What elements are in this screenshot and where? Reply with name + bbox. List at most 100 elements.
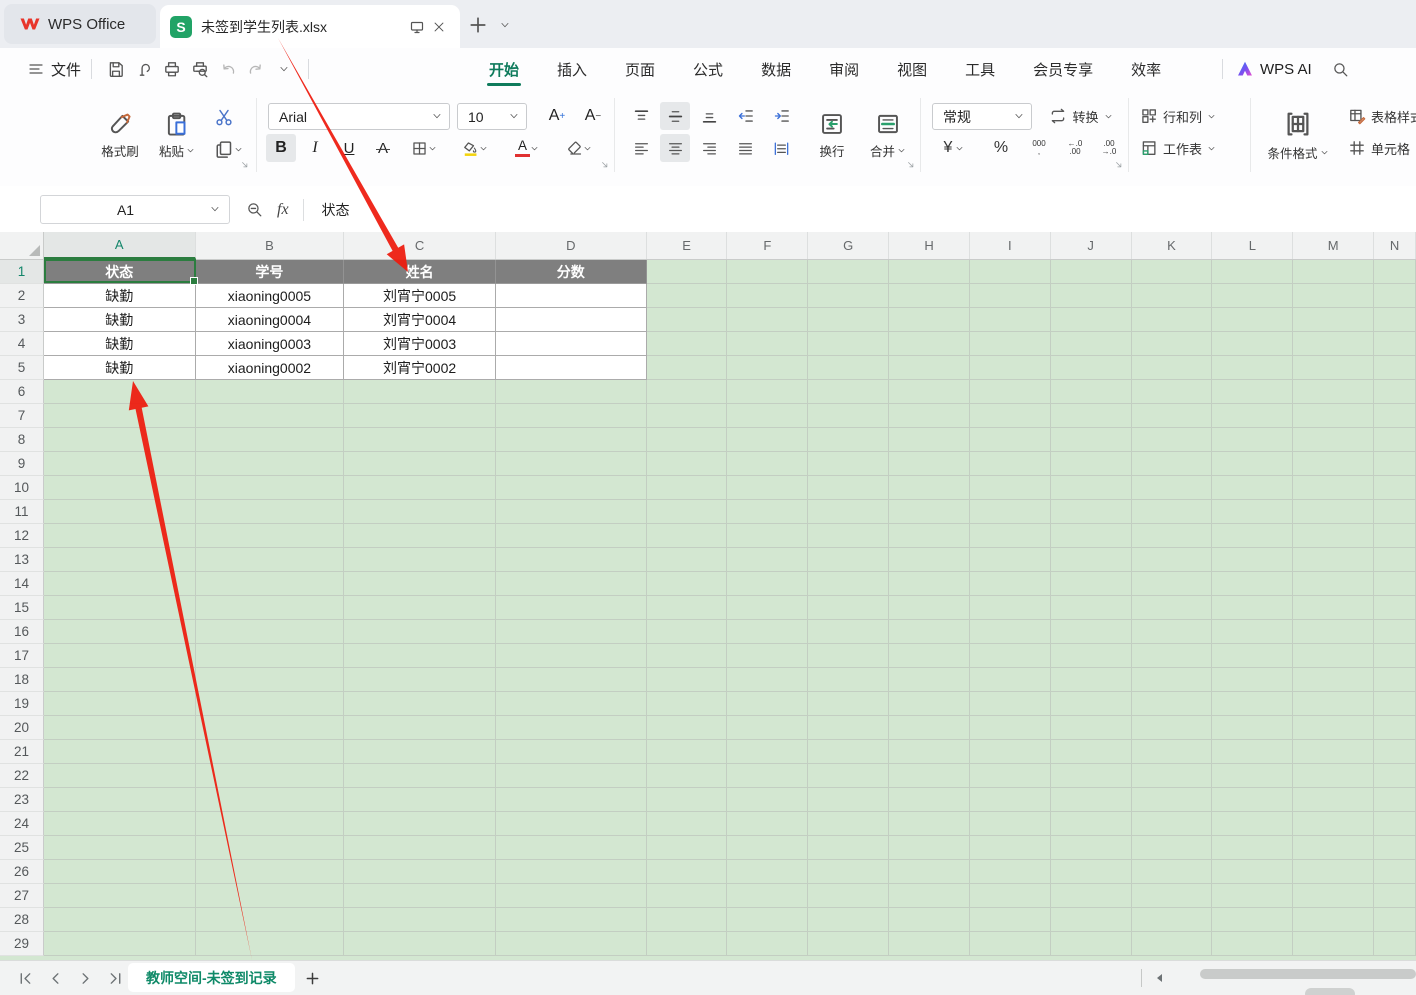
cell-E14[interactable] bbox=[647, 572, 728, 596]
cell-D24[interactable] bbox=[496, 812, 647, 836]
cell-A20[interactable] bbox=[44, 716, 196, 740]
number-group-expand-icon[interactable] bbox=[1114, 160, 1124, 170]
cell-G29[interactable] bbox=[808, 932, 889, 956]
worksheet-button[interactable]: 工作表 bbox=[1136, 134, 1248, 162]
cell-G7[interactable] bbox=[808, 404, 889, 428]
cell-E10[interactable] bbox=[647, 476, 728, 500]
cell-L12[interactable] bbox=[1212, 524, 1293, 548]
cell-F1[interactable] bbox=[727, 260, 808, 284]
cell-F13[interactable] bbox=[727, 548, 808, 572]
cell-M21[interactable] bbox=[1293, 740, 1374, 764]
cell-H18[interactable] bbox=[889, 668, 970, 692]
cell-F6[interactable] bbox=[727, 380, 808, 404]
cell-K18[interactable] bbox=[1132, 668, 1213, 692]
cell-F3[interactable] bbox=[727, 308, 808, 332]
search-icon[interactable] bbox=[1328, 57, 1352, 81]
col-header-B[interactable]: B bbox=[196, 232, 345, 259]
cell-A9[interactable] bbox=[44, 452, 196, 476]
cell-D2[interactable] bbox=[496, 284, 647, 308]
new-tab-button[interactable] bbox=[466, 13, 490, 37]
cell-B5[interactable]: xiaoning0002 bbox=[196, 356, 345, 380]
font-group-expand-icon[interactable] bbox=[600, 160, 610, 170]
cell-I21[interactable] bbox=[970, 740, 1051, 764]
fill-color-button[interactable] bbox=[452, 134, 498, 162]
cell-G28[interactable] bbox=[808, 908, 889, 932]
cell-B2[interactable]: xiaoning0005 bbox=[196, 284, 345, 308]
cell-C3[interactable]: 刘宵宁0004 bbox=[344, 308, 496, 332]
cell-C4[interactable]: 刘宵宁0003 bbox=[344, 332, 496, 356]
cell-J14[interactable] bbox=[1051, 572, 1132, 596]
cell-M9[interactable] bbox=[1293, 452, 1374, 476]
cell-H12[interactable] bbox=[889, 524, 970, 548]
cell-J11[interactable] bbox=[1051, 500, 1132, 524]
cell-D26[interactable] bbox=[496, 860, 647, 884]
cell-J3[interactable] bbox=[1051, 308, 1132, 332]
cell-F29[interactable] bbox=[727, 932, 808, 956]
cell-G3[interactable] bbox=[808, 308, 889, 332]
alignment-group-expand-icon[interactable] bbox=[906, 160, 916, 170]
cell-M29[interactable] bbox=[1293, 932, 1374, 956]
cell-M1[interactable] bbox=[1293, 260, 1374, 284]
insert-function-icon[interactable]: fx bbox=[277, 201, 289, 219]
col-header-K[interactable]: K bbox=[1132, 232, 1213, 259]
cell-E7[interactable] bbox=[647, 404, 728, 428]
cell-B25[interactable] bbox=[196, 836, 345, 860]
first-sheet-icon[interactable] bbox=[14, 967, 36, 989]
cell-J4[interactable] bbox=[1051, 332, 1132, 356]
cell-F5[interactable] bbox=[727, 356, 808, 380]
cell-L20[interactable] bbox=[1212, 716, 1293, 740]
cell-A21[interactable] bbox=[44, 740, 196, 764]
clipboard-group-expand-icon[interactable] bbox=[240, 160, 250, 170]
cell-I15[interactable] bbox=[970, 596, 1051, 620]
cell-N24[interactable] bbox=[1374, 812, 1416, 836]
cell-E11[interactable] bbox=[647, 500, 728, 524]
align-top-button[interactable] bbox=[626, 102, 656, 130]
cell-I27[interactable] bbox=[970, 884, 1051, 908]
cell-K12[interactable] bbox=[1132, 524, 1213, 548]
cell-B10[interactable] bbox=[196, 476, 345, 500]
cell-D27[interactable] bbox=[496, 884, 647, 908]
cell-C26[interactable] bbox=[344, 860, 496, 884]
col-header-F[interactable]: F bbox=[727, 232, 808, 259]
cell-C28[interactable] bbox=[344, 908, 496, 932]
cell-E3[interactable] bbox=[647, 308, 728, 332]
cell-L28[interactable] bbox=[1212, 908, 1293, 932]
cell-L21[interactable] bbox=[1212, 740, 1293, 764]
cell-L22[interactable] bbox=[1212, 764, 1293, 788]
cell-N7[interactable] bbox=[1374, 404, 1416, 428]
cell-F9[interactable] bbox=[727, 452, 808, 476]
cell-D13[interactable] bbox=[496, 548, 647, 572]
cell-E28[interactable] bbox=[647, 908, 728, 932]
cell-K16[interactable] bbox=[1132, 620, 1213, 644]
cell-K14[interactable] bbox=[1132, 572, 1213, 596]
cell-F21[interactable] bbox=[727, 740, 808, 764]
row-header-6[interactable]: 6 bbox=[0, 380, 44, 404]
cell-N27[interactable] bbox=[1374, 884, 1416, 908]
cell-E29[interactable] bbox=[647, 932, 728, 956]
undo-button[interactable] bbox=[214, 56, 242, 82]
cell-B11[interactable] bbox=[196, 500, 345, 524]
cell-E24[interactable] bbox=[647, 812, 728, 836]
cell-M6[interactable] bbox=[1293, 380, 1374, 404]
cell-H26[interactable] bbox=[889, 860, 970, 884]
cell-M5[interactable] bbox=[1293, 356, 1374, 380]
cell-M23[interactable] bbox=[1293, 788, 1374, 812]
cell-E18[interactable] bbox=[647, 668, 728, 692]
cell-I8[interactable] bbox=[970, 428, 1051, 452]
cell-D5[interactable] bbox=[496, 356, 647, 380]
bold-button[interactable]: B bbox=[266, 134, 296, 162]
clear-format-button[interactable] bbox=[556, 134, 602, 162]
cell-F16[interactable] bbox=[727, 620, 808, 644]
row-header-23[interactable]: 23 bbox=[0, 788, 44, 812]
cell-I2[interactable] bbox=[970, 284, 1051, 308]
cell-B27[interactable] bbox=[196, 884, 345, 908]
cell-I9[interactable] bbox=[970, 452, 1051, 476]
menu-tab-工具[interactable]: 工具 bbox=[955, 48, 1005, 90]
cell-K29[interactable] bbox=[1132, 932, 1213, 956]
cell-E8[interactable] bbox=[647, 428, 728, 452]
cell-B29[interactable] bbox=[196, 932, 345, 956]
row-header-1[interactable]: 1 bbox=[0, 260, 44, 284]
cell-M14[interactable] bbox=[1293, 572, 1374, 596]
cell-N18[interactable] bbox=[1374, 668, 1416, 692]
previous-sheet-icon[interactable] bbox=[44, 967, 66, 989]
